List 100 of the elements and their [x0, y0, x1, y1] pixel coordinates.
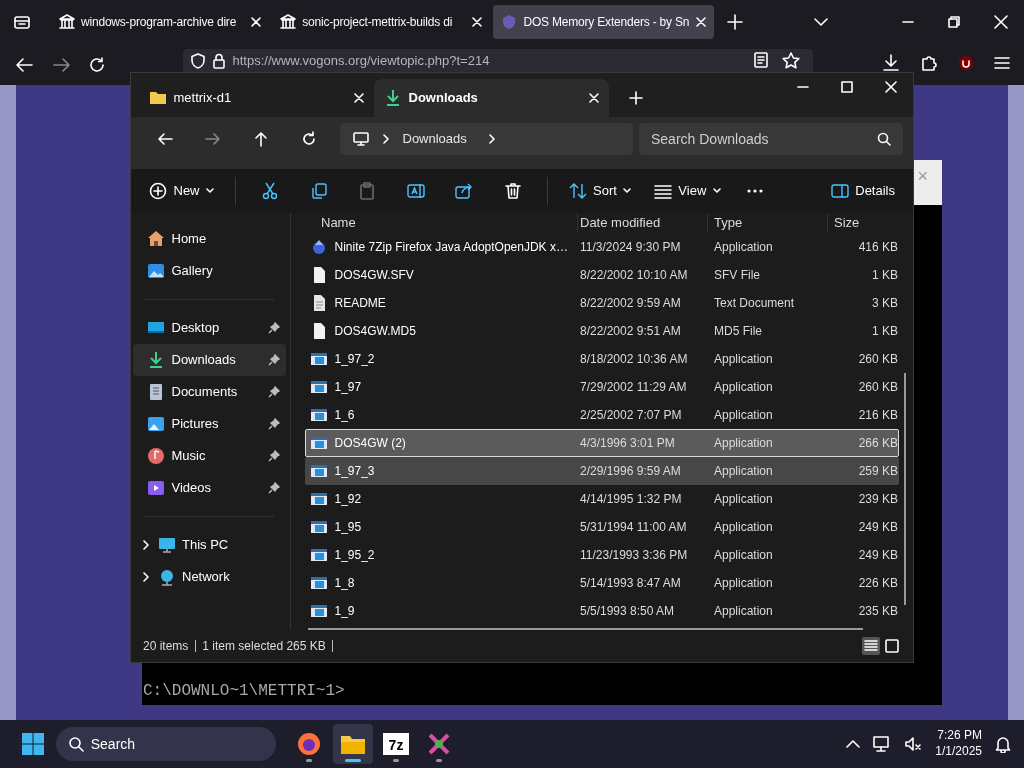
divider — [332, 640, 334, 653]
forward-arrow-icon[interactable] — [53, 56, 71, 73]
caret-icon — [206, 187, 214, 194]
close-icon[interactable] — [354, 93, 364, 103]
computer-icon — [157, 535, 176, 554]
size-cell: 259 KB — [858, 463, 898, 478]
scrollbar[interactable] — [308, 628, 863, 631]
file-row[interactable]: 1_95_2 11/23/1993 3:36 PM Application 249 KB — [305, 540, 899, 569]
shield-icon — [189, 52, 206, 69]
details-button[interactable]: Details — [822, 175, 903, 206]
details-view-button[interactable] — [861, 637, 880, 656]
browser-tab[interactable]: DOS Memory Extenders - by Sn — [493, 5, 714, 39]
folder-icon — [149, 89, 167, 107]
address-bar[interactable]: https://www.vogons.org/viewtopic.php?t=214 — [183, 49, 813, 72]
file-name: 1_92 — [334, 490, 362, 508]
network-icon[interactable] — [873, 735, 892, 753]
explorer-tab[interactable]: mettrix-d1 — [139, 79, 374, 117]
sidebar-item[interactable]: Videos — [133, 471, 286, 504]
close-icon[interactable] — [994, 15, 1008, 29]
date-cell: 5/5/1993 8:50 AM — [580, 603, 675, 618]
browser-tab[interactable]: sonic-project-mettrix-builds di — [271, 5, 490, 39]
chevron-up-icon[interactable] — [846, 739, 861, 749]
file-name: DOS4GW (2) — [334, 434, 406, 452]
file-row[interactable]: 1_97 7/29/2002 11:29 AM Application 260 KB — [305, 372, 899, 401]
file-row[interactable]: Ninite 7Zip Firefox Java AdoptOpenJDK x… 11/3/2024 9:30 PM Application 416 KB — [305, 232, 899, 261]
file-row[interactable]: 1_6 2/25/2002 7:07 PM Application 216 KB — [305, 400, 899, 429]
video-icon — [147, 478, 165, 497]
reader-view-icon[interactable] — [753, 51, 769, 68]
tiles-view-button[interactable] — [883, 637, 901, 656]
file-row[interactable]: README 8/22/2002 9:59 AM Text Document 3 KB — [305, 288, 899, 317]
close-icon[interactable] — [885, 81, 897, 93]
sidebar-item[interactable]: This PC — [133, 528, 286, 561]
back-arrow-icon[interactable] — [157, 130, 173, 147]
browser-tab[interactable]: windows-program-archive dire — [50, 5, 269, 39]
restore-icon[interactable] — [948, 16, 960, 28]
file-name: README — [334, 294, 386, 312]
sidebar-item[interactable]: Gallery — [133, 254, 286, 287]
tab-overview-button[interactable] — [13, 14, 31, 30]
sidebar-item[interactable]: Documents — [133, 375, 286, 408]
sidebar-item[interactable]: Home — [133, 222, 286, 255]
rename-icon — [406, 181, 425, 200]
download-icon[interactable] — [882, 54, 900, 72]
size-cell: 1 KB — [872, 323, 898, 338]
type-cell: Application — [714, 491, 773, 506]
size-cell: 235 KB — [858, 603, 898, 618]
file-row[interactable]: 1_97_3 2/29/1996 9:59 AM Application 259 KB — [305, 456, 899, 485]
type-cell: Application — [714, 379, 773, 394]
clipboard-icon — [358, 181, 376, 200]
file-row[interactable]: 1_8 5/14/1993 8:47 AM Application 226 KB — [305, 568, 899, 597]
view-button[interactable]: View — [645, 175, 729, 206]
museum-icon — [58, 14, 75, 30]
sidebar-item[interactable]: Desktop — [133, 311, 286, 344]
sort-button[interactable]: Sort — [560, 175, 640, 206]
plus-icon[interactable] — [629, 91, 643, 105]
file-row[interactable]: 1_92 4/14/1995 1:32 PM Application 239 KB — [305, 484, 899, 513]
taskbar-app[interactable]: 7z — [375, 724, 416, 764]
speaker-muted-icon[interactable] — [904, 735, 923, 753]
bell-icon[interactable] — [995, 735, 1011, 753]
date-cell: 11/23/1993 3:36 PM — [580, 547, 688, 562]
new-tab-button[interactable] — [726, 14, 743, 30]
new-button[interactable]: New — [141, 175, 222, 206]
forward-arrow-icon[interactable] — [205, 130, 221, 147]
search-box[interactable]: Search — [56, 727, 277, 761]
size-cell: 416 KB — [858, 239, 898, 254]
column-header[interactable]: Size — [827, 213, 897, 233]
column-header[interactable]: Date modified — [577, 213, 707, 233]
file-row[interactable]: DOS4GW (2) 4/3/1996 3:01 PM Application 266 KB — [305, 428, 899, 457]
clock-date[interactable]: 1/1/2025 — [935, 744, 982, 760]
maximize-icon[interactable] — [841, 81, 853, 93]
sidebar-item[interactable]: Music — [133, 439, 286, 472]
file-row[interactable]: 1_9 5/5/1993 8:50 AM Application 235 KB — [305, 596, 899, 625]
address-bar[interactable]: Downloads — [339, 122, 633, 155]
date-cell: 4/14/1995 1:32 PM — [580, 491, 682, 506]
clock-time[interactable]: 7:26 PM — [935, 728, 982, 744]
column-header[interactable]: Name — [305, 213, 577, 233]
back-arrow-icon[interactable] — [15, 56, 33, 73]
file-row[interactable]: DOS4GW.MD5 8/22/2002 9:51 AM MD5 File 1 KB — [305, 316, 899, 345]
search-field[interactable]: Search Downloads — [639, 122, 903, 155]
file-row[interactable]: DOS4GW.SFV 8/22/2002 10:10 AM SFV File 1 KB — [305, 260, 899, 289]
shield-badge-icon[interactable] — [958, 55, 974, 71]
tab-list-button[interactable] — [812, 17, 829, 27]
taskbar-app[interactable] — [332, 724, 373, 764]
sidebar-item[interactable]: Network — [133, 560, 286, 593]
star-icon[interactable] — [782, 51, 800, 70]
reload-icon[interactable] — [89, 56, 105, 73]
sidebar-item[interactable]: Downloads — [133, 343, 286, 376]
type-cell: Application — [714, 575, 773, 590]
windows-logo-icon — [21, 732, 45, 756]
refresh-icon[interactable] — [301, 130, 317, 147]
puzzle-icon[interactable] — [920, 54, 938, 72]
sidebar-item[interactable]: Pictures — [133, 407, 286, 440]
file-row[interactable]: 1_97_2 8/18/2002 10:36 AM Application 260 KB — [305, 344, 899, 373]
column-header[interactable]: Type — [707, 213, 827, 233]
explorer-tab[interactable]: Downloads — [374, 79, 609, 117]
file-name: 1_8 — [334, 574, 355, 592]
file-row[interactable]: 1_95 5/31/1994 11:00 AM Application 249 KB — [305, 512, 899, 541]
menu-icon[interactable] — [994, 56, 1010, 70]
scrollbar[interactable] — [904, 372, 906, 605]
up-arrow-icon[interactable] — [253, 130, 269, 147]
close-icon[interactable] — [589, 93, 599, 103]
